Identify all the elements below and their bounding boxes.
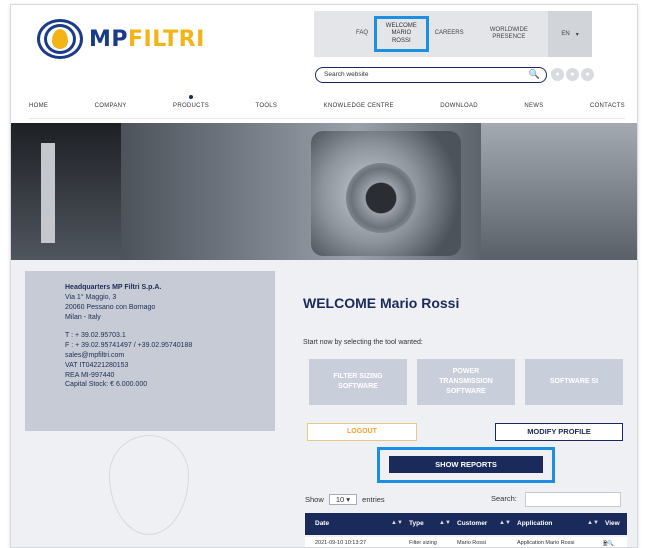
tool-selection-hint: Start now by selecting the tool wanted:	[303, 339, 423, 346]
main-nav: HOME COMPANY PRODUCTS TOOLS KNOWLEDGE CE…	[29, 95, 625, 119]
nav-item-contacts[interactable]: CONTACTS	[590, 103, 625, 118]
nav-item-knowledge-centre[interactable]: KNOWLEDGE CENTRE	[324, 103, 394, 118]
hq-email[interactable]: sales@mpfiltri.com	[65, 351, 261, 361]
sort-icon[interactable]: ▲▼	[439, 520, 451, 526]
hq-rea: REA MI-997440	[65, 371, 115, 379]
search-input[interactable]: Search website 🔍	[315, 67, 547, 83]
browser-frame: MPFILTRI FAQ WELCOME MARIO ROSSI CAREERS…	[10, 4, 638, 548]
cell-date: 2021-09-10 10:13:27	[315, 540, 367, 546]
top-utility-bar: FAQ WELCOME MARIO ROSSI CAREERS WORLDWID…	[314, 11, 592, 57]
nav-item-news[interactable]: NEWS	[524, 103, 543, 118]
table-controls: Show 10 ▾ entries Search:	[305, 491, 627, 509]
hq-fax: F : + 39.02.95741497 / +39.02.95740188	[65, 341, 193, 349]
logo-text: MPFILTRI	[89, 26, 205, 52]
cell-application: Application Mario Rossi	[517, 540, 575, 546]
nav-item-home[interactable]: HOME	[29, 103, 48, 118]
user-name: Mario Rossi	[380, 295, 460, 311]
table-search-label: Search:	[491, 494, 517, 503]
faq-link[interactable]: FAQ	[350, 30, 374, 38]
sort-icon[interactable]: ▲▼	[391, 520, 403, 526]
hq-vat: VAT IT04221280153	[65, 361, 129, 369]
power-transmission-software-button[interactable]: POWER TRANSMISSION SOFTWARE	[417, 359, 515, 405]
worldwide-presence-link[interactable]: WORLDWIDE PRESENCE	[470, 27, 548, 42]
view-report-icon[interactable]: 🗎🔍	[603, 540, 614, 547]
language-selector[interactable]: EN ▾	[548, 11, 592, 57]
software-si-button[interactable]: SOFTWARE SI	[525, 359, 623, 405]
social-icon[interactable]: ●	[566, 68, 579, 81]
nav-item-company[interactable]: COMPANY	[95, 103, 127, 118]
hq-tel: T : + 39.02.95703.1	[65, 331, 126, 339]
cell-customer: Mario Rossi	[457, 540, 487, 546]
welcome-user-link[interactable]: WELCOME MARIO ROSSI	[374, 15, 429, 53]
hq-name: Headquarters MP Filtri S.p.A.	[65, 284, 162, 291]
hq-region: Milan - Italy	[65, 313, 101, 321]
entries-select[interactable]: 10 ▾	[328, 494, 358, 505]
column-header-date[interactable]: Date	[315, 520, 329, 527]
logo-mark-icon	[37, 19, 83, 59]
column-header-view[interactable]: View	[605, 520, 620, 527]
filter-sizing-software-button[interactable]: FILTER SIZING SOFTWARE	[309, 359, 407, 405]
cell-type: Filter sizing	[409, 540, 437, 546]
logout-button[interactable]: LOGOUT	[307, 423, 417, 441]
hq-capital: Capital Stock: € 6.000.000	[65, 381, 148, 389]
chevron-down-icon: ▾	[575, 31, 579, 38]
careers-link[interactable]: CAREERS	[429, 30, 470, 38]
column-header-type[interactable]: Type	[409, 520, 424, 527]
column-header-application[interactable]: Application	[517, 520, 552, 527]
hero-banner-image	[11, 123, 637, 260]
sort-icon[interactable]: ▲▼	[587, 520, 599, 526]
welcome-heading: WELCOME Mario Rossi	[303, 295, 460, 311]
modify-profile-button[interactable]: MODIFY PROFILE	[495, 423, 623, 441]
show-reports-button[interactable]: SHOW REPORTS	[389, 456, 543, 473]
social-icon[interactable]: ●	[551, 68, 564, 81]
column-header-customer[interactable]: Customer	[457, 520, 487, 527]
entries-control: Show 10 ▾ entries	[305, 494, 385, 505]
hq-street: Via 1° Maggio, 3	[65, 293, 117, 301]
nav-item-tools[interactable]: TOOLS	[256, 103, 278, 118]
language-value: EN	[561, 31, 570, 37]
nav-item-products[interactable]: PRODUCTS	[173, 95, 209, 118]
mpfiltri-logo[interactable]: MPFILTRI	[37, 19, 205, 59]
social-icon[interactable]: ●	[581, 68, 594, 81]
nav-item-download[interactable]: DOWNLOAD	[440, 103, 478, 118]
headquarters-card: Headquarters MP Filtri S.p.A. Via 1° Mag…	[25, 271, 275, 431]
chevron-down-icon: ▾	[346, 495, 351, 504]
table-search-input[interactable]	[525, 492, 621, 507]
search-placeholder: Search website	[324, 71, 369, 78]
search-icon[interactable]: 🔍	[529, 69, 540, 80]
table-row: 2021-09-10 10:13:27 Filter sizing Mario …	[305, 537, 627, 547]
reports-table-header: Date ▲▼ Type ▲▼ Customer ▲▼ Application …	[305, 513, 627, 535]
hq-city: 20060 Pessano con Bornago	[65, 303, 156, 311]
sort-icon[interactable]: ▲▼	[499, 520, 511, 526]
